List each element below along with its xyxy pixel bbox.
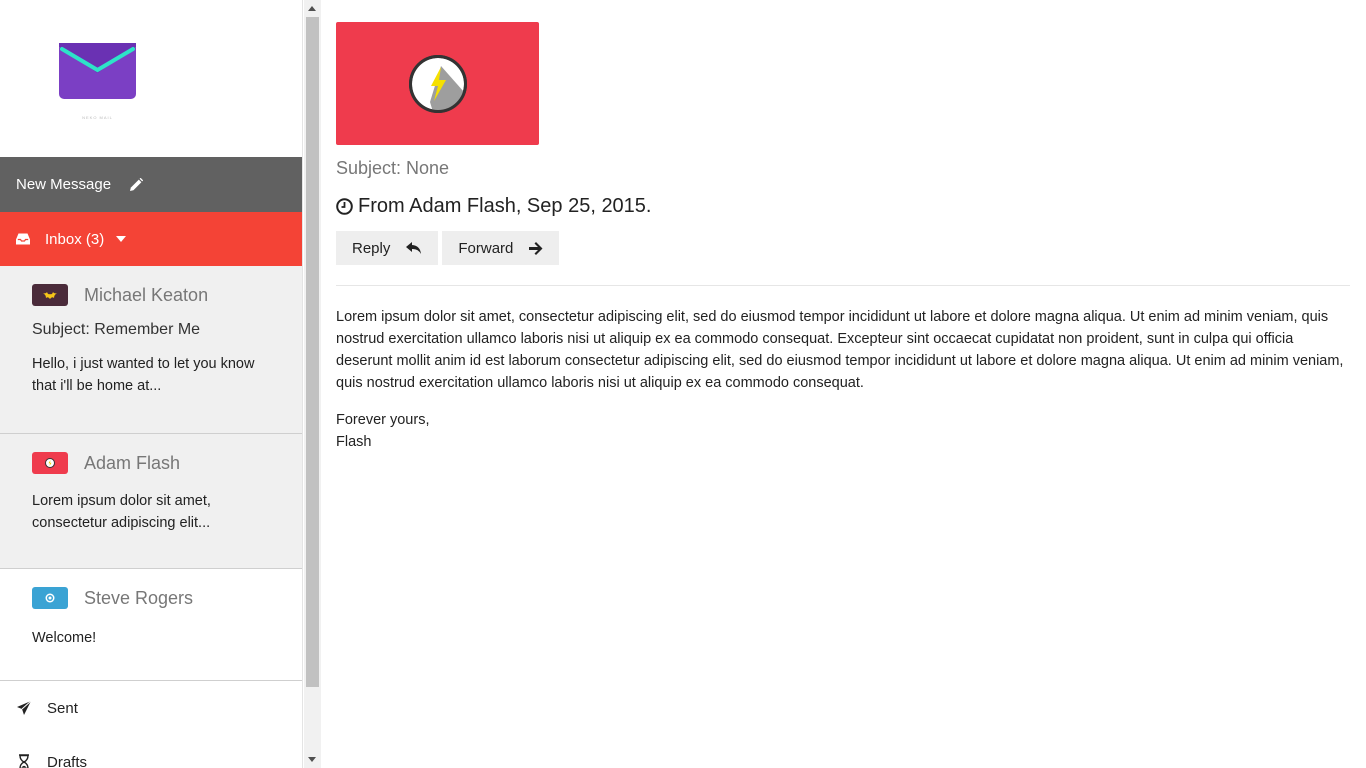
scroll-up-arrow-icon[interactable] — [308, 6, 316, 11]
reply-icon — [406, 241, 422, 254]
closing-line: Forever yours, — [336, 412, 430, 428]
forward-button[interactable]: Forward — [442, 231, 560, 265]
reply-button[interactable]: Reply — [336, 231, 439, 265]
logo-area: NEKO MAIL — [0, 0, 302, 157]
shield-logo-icon — [32, 587, 68, 609]
envelope-logo-icon — [59, 43, 136, 99]
sidebar-item-label: Drafts — [47, 753, 88, 768]
bat-logo-icon — [32, 284, 68, 306]
email-view: Subject: None From Adam Flash, Sep 25, 2… — [336, 22, 1350, 453]
flash-logo-icon — [408, 54, 467, 113]
divider — [336, 285, 1350, 286]
message-item[interactable]: Michael Keaton Subject: Remember Me Hell… — [0, 266, 302, 434]
email-from: From Adam Flash, Sep 25, 2015. — [336, 195, 1350, 218]
message-snippet: Hello, i just wanted to let you know tha… — [32, 356, 255, 394]
inbox-folder[interactable]: Inbox (3) — [0, 212, 302, 266]
email-subject: Subject: None — [336, 158, 450, 178]
message-item[interactable]: Adam Flash Lorem ipsum dolor sit amet, c… — [0, 434, 302, 569]
caret-down-icon — [116, 236, 127, 242]
arrow-right-icon — [529, 241, 543, 255]
sidebar-item-label: Sent — [47, 699, 78, 717]
paper-plane-icon — [17, 700, 32, 715]
message-subject: Subject: Remember Me — [32, 321, 201, 338]
email-from-text: From Adam Flash, Sep 25, 2015. — [358, 195, 652, 217]
scroll-down-arrow-icon[interactable] — [308, 757, 316, 762]
sidebar: NEKO MAIL New Message Inbox (3) Michael … — [0, 0, 303, 768]
forward-label: Forward — [458, 239, 514, 257]
message-snippet: Lorem ipsum dolor sit amet, consectetur … — [32, 493, 211, 531]
scroll-thumb[interactable] — [306, 17, 319, 687]
sidebar-scrollbar[interactable] — [304, 0, 321, 768]
pencil-icon — [130, 177, 144, 191]
sidebar-item-sent[interactable]: Sent — [0, 681, 302, 735]
email-actions: Reply Forward — [336, 231, 1350, 265]
hourglass-icon — [19, 754, 29, 768]
message-snippet: Welcome! — [32, 630, 97, 646]
message-item[interactable]: Steve Rogers Welcome! — [0, 569, 302, 681]
new-message-button[interactable]: New Message — [0, 157, 302, 212]
inbox-label: Inbox (3) — [45, 230, 105, 248]
reply-label: Reply — [352, 239, 391, 257]
flash-logo-icon — [32, 452, 68, 474]
logo-caption: NEKO MAIL — [82, 115, 113, 120]
email-body: Lorem ipsum dolor sit amet, consectetur … — [336, 309, 1344, 391]
sender-banner — [336, 22, 539, 145]
clock-icon — [336, 198, 353, 215]
new-message-label: New Message — [16, 176, 112, 193]
message-sender: Steve Rogers — [84, 587, 194, 608]
message-sender: Michael Keaton — [84, 284, 209, 305]
email-closing: Forever yours, Flash — [336, 409, 1350, 453]
message-list: Michael Keaton Subject: Remember Me Hell… — [0, 266, 302, 681]
message-sender: Adam Flash — [84, 452, 181, 473]
inbox-tray-icon — [16, 233, 30, 245]
sidebar-item-drafts[interactable]: Drafts — [0, 735, 302, 768]
signature: Flash — [336, 434, 372, 450]
